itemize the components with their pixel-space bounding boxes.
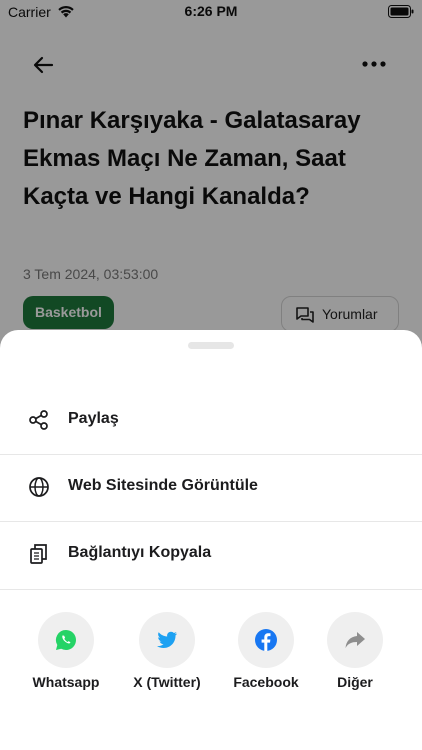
divider: [0, 589, 422, 590]
share-label: Whatsapp: [32, 674, 100, 690]
globe-icon: [28, 476, 50, 498]
share-label: Facebook: [233, 674, 299, 690]
menu-item-share[interactable]: Paylaş: [0, 387, 422, 453]
share-icon: [28, 409, 50, 431]
share-bottom-sheet: Paylaş Web Sitesinde Görüntüle Bağlantıy…: [0, 330, 422, 750]
share-facebook-button[interactable]: Facebook: [221, 612, 311, 694]
whatsapp-icon-circle: [38, 612, 94, 668]
share-whatsapp-button[interactable]: Whatsapp: [21, 612, 111, 694]
copy-icon: [28, 543, 50, 565]
forward-icon-circle: [327, 612, 383, 668]
menu-item-label: Web Sitesinde Görüntüle: [68, 477, 258, 494]
twitter-icon-circle: [139, 612, 195, 668]
share-other-button[interactable]: Diğer: [310, 612, 400, 694]
sheet-grabber[interactable]: [188, 342, 234, 349]
share-label: Diğer: [337, 674, 373, 690]
share-label: X (Twitter): [133, 674, 201, 690]
menu-item-copy-link[interactable]: Bağlantıyı Kopyala: [0, 521, 422, 587]
menu-item-label: Paylaş: [68, 410, 119, 427]
menu-item-view-website[interactable]: Web Sitesinde Görüntüle: [0, 454, 422, 520]
menu-item-label: Bağlantıyı Kopyala: [68, 544, 212, 561]
facebook-icon-circle: [238, 612, 294, 668]
share-twitter-button[interactable]: X (Twitter): [122, 612, 212, 694]
